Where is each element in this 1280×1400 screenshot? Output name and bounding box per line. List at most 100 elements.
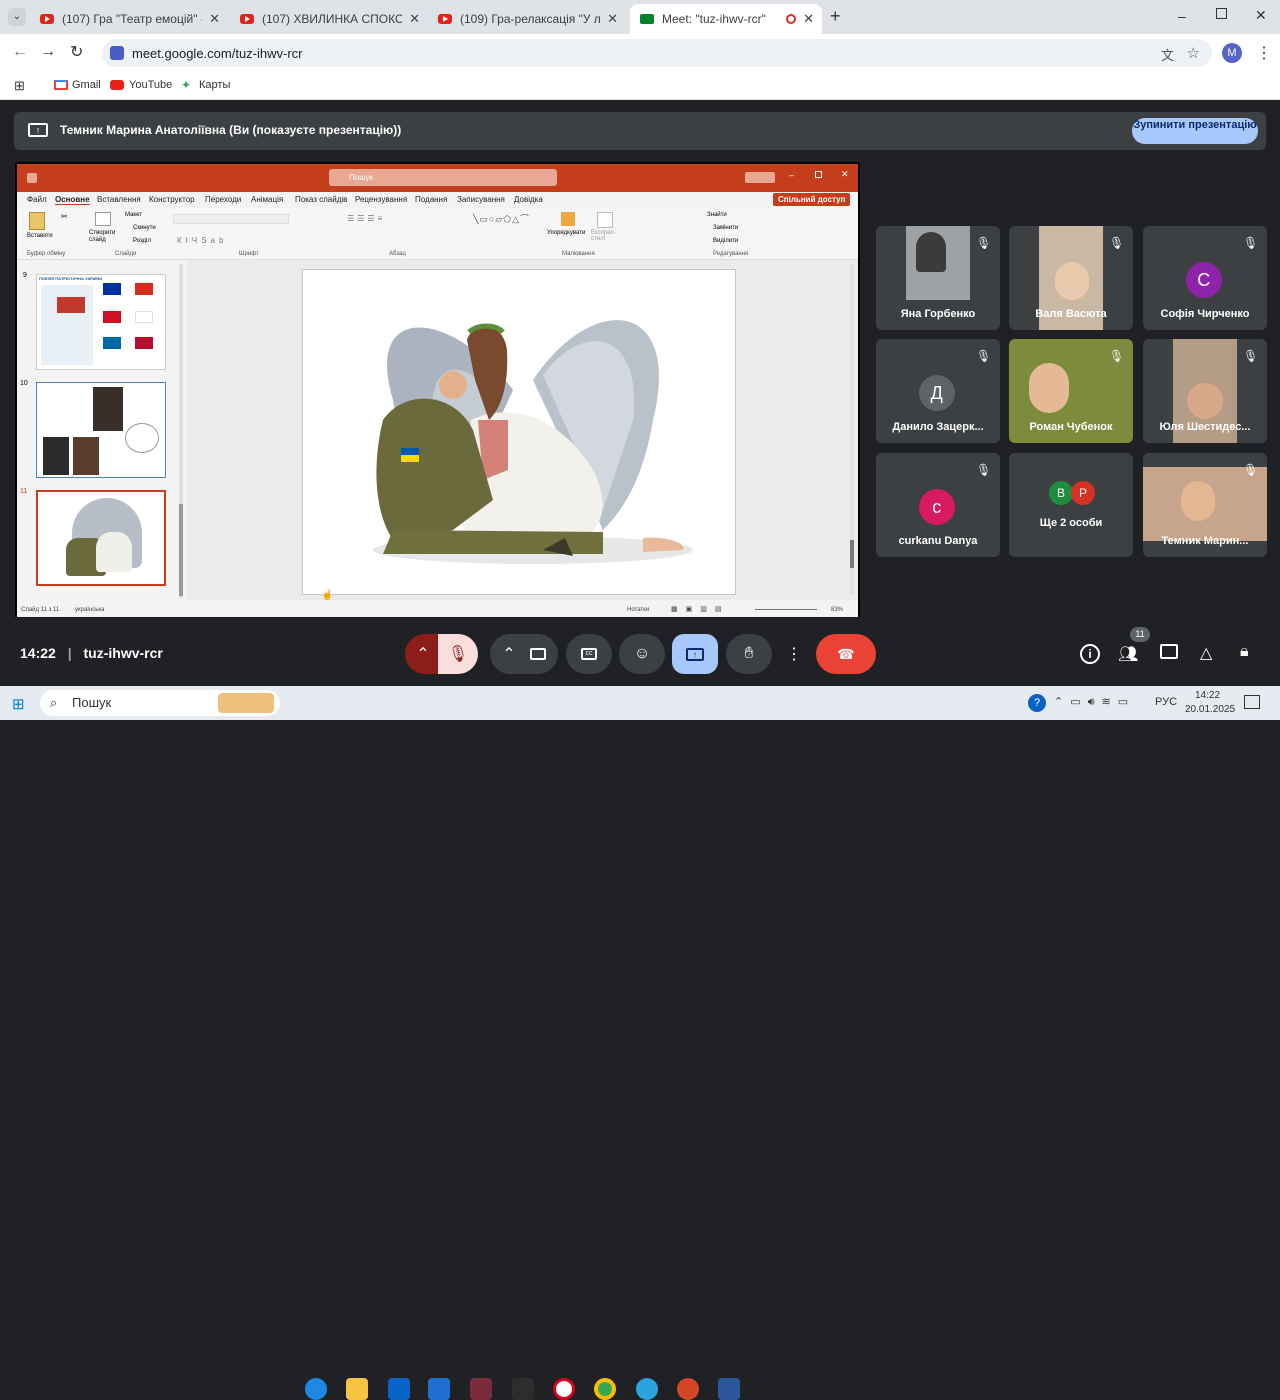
slide-thumb-11[interactable] xyxy=(36,490,166,586)
participant-tile[interactable]: 🎙︎ Темник Марин... xyxy=(1143,453,1267,557)
chat-icon[interactable] xyxy=(1160,644,1178,659)
section-button[interactable]: Розділ xyxy=(133,238,151,244)
ppt-tab[interactable]: Рецензування xyxy=(355,195,407,204)
slide-scrollbar[interactable] xyxy=(850,264,854,594)
close-tab-icon[interactable]: ✕ xyxy=(607,11,618,27)
bookmark-youtube[interactable]: YouTube xyxy=(129,79,172,91)
ppt-tab[interactable]: Записування xyxy=(457,195,505,204)
ppt-tab[interactable]: Переходи xyxy=(205,195,241,204)
ppt-tab[interactable]: Вставлення xyxy=(97,195,141,204)
notes-button[interactable]: Нотатки xyxy=(627,607,649,613)
forward-icon[interactable]: → xyxy=(40,43,56,61)
opera-icon[interactable] xyxy=(553,1378,575,1400)
translate-icon[interactable]: 文 xyxy=(1161,45,1174,64)
meeting-info-icon[interactable]: i xyxy=(1080,644,1100,664)
browser-tab-3[interactable]: (109) Гра-релаксація "У лісі" - ✕ xyxy=(428,4,626,34)
shapes-gallery[interactable]: ╲▭○▱⬠△⌒ xyxy=(473,212,530,225)
ppt-share-button[interactable]: Спільний доступ xyxy=(773,193,851,206)
file-explorer-icon[interactable] xyxy=(346,1378,368,1400)
input-language[interactable]: РУС xyxy=(1155,696,1177,708)
clock-time[interactable]: 14:22 xyxy=(1195,690,1220,701)
profile-avatar[interactable]: M xyxy=(1222,43,1242,63)
help-icon[interactable]: ? xyxy=(1028,694,1046,712)
find-button[interactable]: Знайти xyxy=(707,212,727,218)
view-buttons[interactable]: ▦▣▥▤ xyxy=(671,605,729,613)
participant-tile[interactable]: 🎙︎ Яна Горбенко xyxy=(876,226,1000,330)
ppt-tab[interactable]: Конструктор xyxy=(149,195,195,204)
quick-styles-icon[interactable] xyxy=(597,212,613,228)
notifications-icon[interactable] xyxy=(1244,695,1260,709)
store-icon[interactable] xyxy=(428,1378,450,1400)
audio-options-button[interactable]: ⌃ xyxy=(405,634,441,674)
site-info-icon[interactable] xyxy=(110,46,124,60)
current-slide[interactable] xyxy=(302,269,736,595)
close-window-icon[interactable]: ✕ xyxy=(1255,7,1267,24)
powerpoint-icon[interactable] xyxy=(677,1378,699,1400)
telegram-icon[interactable] xyxy=(636,1378,658,1400)
edge-icon[interactable] xyxy=(305,1378,327,1400)
word-icon[interactable] xyxy=(718,1378,740,1400)
outlook-icon[interactable] xyxy=(388,1378,410,1400)
ppt-tab[interactable]: Анімація xyxy=(251,195,283,204)
ppt-tab[interactable]: Показ слайдів xyxy=(295,195,347,204)
zoom-slider[interactable] xyxy=(755,609,817,610)
participant-tile[interactable]: Д 🎙︎ Данило Зацерк... xyxy=(876,339,1000,443)
participant-tile[interactable]: 🎙︎ Юля Шестидес... xyxy=(1143,339,1267,443)
ppt-minimize-icon[interactable]: – xyxy=(789,170,794,180)
ppt-tab[interactable]: Довідка xyxy=(514,195,543,204)
activities-icon[interactable]: △ xyxy=(1200,643,1212,663)
leave-call-button[interactable]: ☎ xyxy=(816,634,876,674)
ppt-maximize-icon[interactable] xyxy=(815,171,822,178)
replace-button[interactable]: Замінити xyxy=(713,225,738,231)
bookmark-star-icon[interactable]: ☆ xyxy=(1187,44,1200,62)
chrome-icon[interactable] xyxy=(594,1378,616,1400)
layout-button[interactable]: Макет xyxy=(125,212,142,218)
minimize-icon[interactable]: – xyxy=(1178,8,1186,24)
ppt-close-icon[interactable]: ✕ xyxy=(841,169,849,180)
cut-icon[interactable]: ✂ xyxy=(61,212,68,221)
participant-tile[interactable]: 🎙︎ Роман Чубенок xyxy=(1009,339,1133,443)
close-tab-icon[interactable]: ✕ xyxy=(409,11,420,27)
font-format-buttons[interactable]: КIЧSab xyxy=(177,236,227,245)
bookmark-maps[interactable]: Карты xyxy=(199,79,230,91)
raise-hand-button[interactable]: ✋︎ xyxy=(726,634,772,674)
ppt-tab-active[interactable]: Основне xyxy=(55,195,90,205)
clock-date[interactable]: 20.01.2025 xyxy=(1185,704,1235,715)
ppt-account-button[interactable] xyxy=(745,172,775,183)
ppt-search-box[interactable]: Пошук xyxy=(329,169,557,186)
ppt-tab[interactable]: Подання xyxy=(415,195,447,204)
new-slide-icon[interactable] xyxy=(95,212,111,226)
close-tab-icon[interactable]: ✕ xyxy=(209,11,220,27)
back-icon[interactable]: ← xyxy=(12,43,28,61)
select-button[interactable]: Виділити xyxy=(713,238,738,244)
captions-button[interactable]: cc xyxy=(566,634,612,674)
url-bar[interactable]: meet.google.com/tuz-ihwv-rcr 文 ☆ xyxy=(102,39,1212,67)
slide-thumb-9[interactable]: ПОЕЗІЯ ПАТРІОТИЧНА УКРАЇНИ xyxy=(36,274,166,370)
reset-button[interactable]: Скинути xyxy=(133,225,156,231)
mic-toggle-button[interactable]: 🎙︎ xyxy=(438,634,478,674)
more-options-button[interactable]: ⋮ xyxy=(779,634,809,674)
bookmark-gmail[interactable]: Gmail xyxy=(72,79,101,91)
camera-toggle-button[interactable]: ⌃ xyxy=(490,634,558,674)
present-screen-button[interactable]: ↑ xyxy=(672,634,718,674)
reactions-button[interactable]: ☺ xyxy=(619,634,665,674)
taskbar-search[interactable]: ⌕ Пошук xyxy=(40,690,280,716)
arrange-icon[interactable] xyxy=(561,212,575,226)
new-tab-button[interactable]: + xyxy=(830,6,841,27)
tab-search-button[interactable]: ⌄ xyxy=(8,8,26,26)
browser-tab-2[interactable]: (107) ХВИЛИНКА СПОКОЮ - Y ✕ xyxy=(230,4,428,34)
browser-tab-meet[interactable]: Meet: "tuz-ihwv-rcr" ✕ xyxy=(630,4,822,34)
slide-thumb-10[interactable] xyxy=(36,382,166,478)
more-participants-tile[interactable]: B P Ще 2 особи xyxy=(1009,453,1133,557)
thumbs-scrollbar[interactable] xyxy=(179,264,183,598)
browser-menu-icon[interactable]: ⋮ xyxy=(1256,43,1272,63)
paste-icon[interactable] xyxy=(29,212,45,230)
apps-grid-icon[interactable]: ⊞ xyxy=(14,78,25,94)
host-controls-icon[interactable]: 🔒︎ xyxy=(1240,643,1249,661)
windows-start-icon[interactable]: ⊞ xyxy=(12,695,25,713)
system-tray-icons[interactable]: ⌃▭🔊︎≋▭ xyxy=(1054,695,1135,709)
browser-tab-1[interactable]: (107) Гра "Театр емоцій" - You ✕ xyxy=(30,4,228,34)
participant-tile[interactable]: 🎙︎ Валя Васюта xyxy=(1009,226,1133,330)
participant-tile[interactable]: c 🎙︎ curkanu Danya xyxy=(876,453,1000,557)
maximize-icon[interactable] xyxy=(1216,8,1227,19)
